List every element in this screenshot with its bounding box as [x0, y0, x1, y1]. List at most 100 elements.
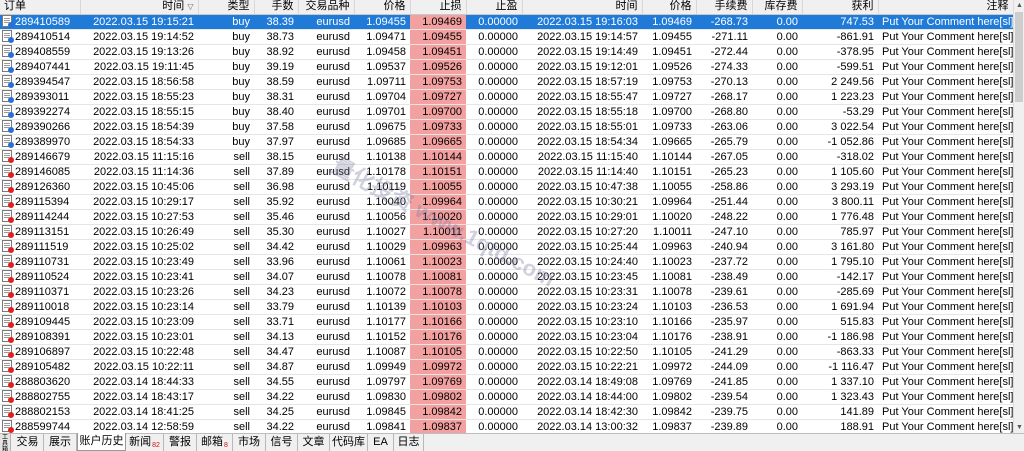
- tab-alerts[interactable]: 警报: [164, 434, 197, 451]
- cell-close-price: 1.09837: [642, 419, 696, 433]
- table-row[interactable]: 289108391 2022.03.15 10:23:01 sell 34.13 eur…: [0, 329, 1013, 345]
- table-row[interactable]: 289109445 2022.03.15 10:23:09 sell 33.71 eur…: [0, 314, 1013, 330]
- order-id: 289105482: [15, 360, 71, 373]
- cell-order: 289392274: [0, 104, 80, 120]
- table-row[interactable]: 289114244 2022.03.15 10:27:53 sell 35.46 eur…: [0, 209, 1013, 225]
- col-type[interactable]: 类型: [198, 0, 255, 15]
- table-row[interactable]: 289126360 2022.03.15 10:45:06 sell 36.98 eur…: [0, 179, 1013, 195]
- vertical-scrollbar[interactable]: ▲ ▼: [1013, 0, 1024, 433]
- tab-journal[interactable]: 日志: [394, 434, 424, 451]
- table-row[interactable]: 289407441 2022.03.15 19:11:45 buy 39.19 euru…: [0, 59, 1013, 75]
- cell-profit: 747.53: [802, 14, 878, 30]
- table-row[interactable]: 288802153 2022.03.14 18:41:25 sell 34.25 eur…: [0, 404, 1013, 420]
- tab-exposure[interactable]: 展示: [44, 434, 77, 451]
- order-id: 289111519: [15, 240, 69, 253]
- table-row[interactable]: 289394547 2022.03.15 18:56:58 buy 38.59 euru…: [0, 74, 1013, 90]
- cell-type: buy: [198, 74, 254, 90]
- cell-stop-loss: 1.09769: [410, 374, 466, 390]
- table-row[interactable]: 289390266 2022.03.15 18:54:39 buy 37.58 euru…: [0, 119, 1013, 135]
- col-symbol[interactable]: 交易品种: [298, 0, 355, 15]
- table-row[interactable]: 289146679 2022.03.15 11:15:16 sell 38.15 eur…: [0, 149, 1013, 165]
- table-row[interactable]: 289393011 2022.03.15 18:55:23 buy 38.31 euru…: [0, 89, 1013, 105]
- tab-ea[interactable]: EA: [368, 434, 394, 451]
- table-row[interactable]: 289110371 2022.03.15 10:23:26 sell 34.23 eur…: [0, 284, 1013, 300]
- cell-open-time: 2022.03.15 19:13:26: [80, 44, 198, 60]
- cell-commission: -235.97: [696, 314, 752, 330]
- cell-lots: 33.96: [254, 254, 298, 270]
- table-row[interactable]: 289110731 2022.03.15 10:23:49 sell 33.96 eur…: [0, 254, 1013, 270]
- tab-signals[interactable]: 信号: [266, 434, 298, 451]
- scroll-up-icon[interactable]: ▲: [1014, 0, 1024, 11]
- table-row[interactable]: 289408559 2022.03.15 19:13:26 buy 38.92 euru…: [0, 44, 1013, 60]
- order-id: 289392274: [15, 105, 71, 118]
- cell-profit: 2 249.56: [802, 74, 878, 90]
- col-open-price[interactable]: 价格: [354, 0, 411, 15]
- cell-take-profit: 0.00000: [466, 89, 522, 105]
- cell-symbol: eurusd: [298, 119, 354, 135]
- col-commission[interactable]: 手续费: [696, 0, 753, 15]
- cell-take-profit: 0.00000: [466, 269, 522, 285]
- tab-codebase[interactable]: 代码库: [330, 434, 368, 451]
- table-row[interactable]: 289410589 2022.03.15 19:15:21 buy 38.39 euru…: [0, 14, 1013, 30]
- col-swap[interactable]: 库存费: [752, 0, 803, 15]
- col-close-price[interactable]: 价格: [642, 0, 697, 15]
- cell-lots: 35.30: [254, 224, 298, 240]
- col-open-time[interactable]: 时间 ▽: [80, 0, 199, 15]
- cell-close-time: 2022.03.15 10:23:24: [522, 299, 642, 315]
- cell-open-time: 2022.03.15 10:26:49: [80, 224, 198, 240]
- cell-profit: 515.83: [802, 314, 878, 330]
- col-comment[interactable]: 注释: [878, 0, 1013, 15]
- tab-history[interactable]: 账户历史: [77, 433, 126, 451]
- col-order[interactable]: 订单: [0, 0, 81, 15]
- cell-type: sell: [198, 404, 254, 420]
- col-lots[interactable]: 手数: [254, 0, 299, 15]
- cell-close-time: 2022.03.15 10:22:21: [522, 359, 642, 375]
- scroll-down-icon[interactable]: ▼: [1014, 422, 1024, 433]
- cell-swap: 0.00: [752, 254, 802, 270]
- cell-type: sell: [198, 344, 254, 360]
- table-row[interactable]: 289115394 2022.03.15 10:29:17 sell 35.92 eur…: [0, 194, 1013, 210]
- table-row[interactable]: 289392274 2022.03.15 18:55:15 buy 38.40 euru…: [0, 104, 1013, 120]
- cell-type: sell: [198, 284, 254, 300]
- cell-open-time: 2022.03.14 18:41:25: [80, 404, 198, 420]
- table-row[interactable]: 288803620 2022.03.14 18:44:33 sell 34.55 eur…: [0, 374, 1013, 390]
- cell-swap: 0.00: [752, 44, 802, 60]
- table-row[interactable]: 289105482 2022.03.15 10:22:11 sell 34.87 eur…: [0, 359, 1013, 375]
- cell-comment: Put Your Comment here[sl]: [878, 344, 1013, 360]
- col-take-profit[interactable]: 止盈: [466, 0, 523, 15]
- cell-close-time: 2022.03.15 10:23:31: [522, 284, 642, 300]
- col-close-time[interactable]: 时间: [522, 0, 643, 15]
- col-stop-loss[interactable]: 止损: [410, 0, 467, 15]
- tab-label: 邮箱: [201, 436, 224, 448]
- tab-market[interactable]: 市场: [233, 434, 266, 451]
- table-row[interactable]: 289146085 2022.03.15 11:14:36 sell 37.89 eur…: [0, 164, 1013, 180]
- tab-news[interactable]: 新闻82: [126, 434, 164, 451]
- scroll-thumb[interactable]: [1015, 12, 1023, 102]
- sell-order-icon: [2, 329, 14, 343]
- cell-stop-loss: 1.09964: [410, 194, 466, 210]
- table-row[interactable]: 289110018 2022.03.15 10:23:14 sell 33.79 eur…: [0, 299, 1013, 315]
- table-row[interactable]: 289106897 2022.03.15 10:22:48 sell 34.47 eur…: [0, 344, 1013, 360]
- order-id: 289389970: [15, 135, 71, 148]
- cell-symbol: eurusd: [298, 74, 354, 90]
- table-row[interactable]: 289410514 2022.03.15 19:14:52 buy 38.73 euru…: [0, 29, 1013, 45]
- table-row[interactable]: 289113151 2022.03.15 10:26:49 sell 35.30 eur…: [0, 224, 1013, 240]
- order-id: 288803620: [15, 375, 71, 388]
- tab-mailbox[interactable]: 邮箱8: [197, 434, 233, 451]
- cell-close-time: 2022.03.14 18:49:08: [522, 374, 642, 390]
- tab-articles[interactable]: 文章: [298, 434, 330, 451]
- toolbox-label[interactable]: 工具箱: [0, 434, 11, 451]
- col-profit[interactable]: 获利: [802, 0, 879, 15]
- cell-take-profit: 0.00000: [466, 299, 522, 315]
- tab-trade[interactable]: 交易: [12, 434, 44, 451]
- table-row[interactable]: 288599744 2022.03.14 12:58:59 sell 34.22 eur…: [0, 419, 1013, 433]
- order-id: 289114244: [15, 210, 70, 223]
- cell-close-price: 1.09753: [642, 74, 696, 90]
- table-row[interactable]: 289389970 2022.03.15 18:54:33 buy 37.97 euru…: [0, 134, 1013, 150]
- table-row[interactable]: 289110524 2022.03.15 10:23:41 sell 34.07 eur…: [0, 269, 1013, 285]
- cell-open-time: 2022.03.15 10:25:02: [80, 239, 198, 255]
- table-row[interactable]: 288802755 2022.03.14 18:43:17 sell 34.22 eur…: [0, 389, 1013, 405]
- cell-close-time: 2022.03.15 10:29:01: [522, 209, 642, 225]
- table-row[interactable]: 289111519 2022.03.15 10:25:02 sell 34.42 eur…: [0, 239, 1013, 255]
- cell-order: 289114244: [0, 209, 80, 225]
